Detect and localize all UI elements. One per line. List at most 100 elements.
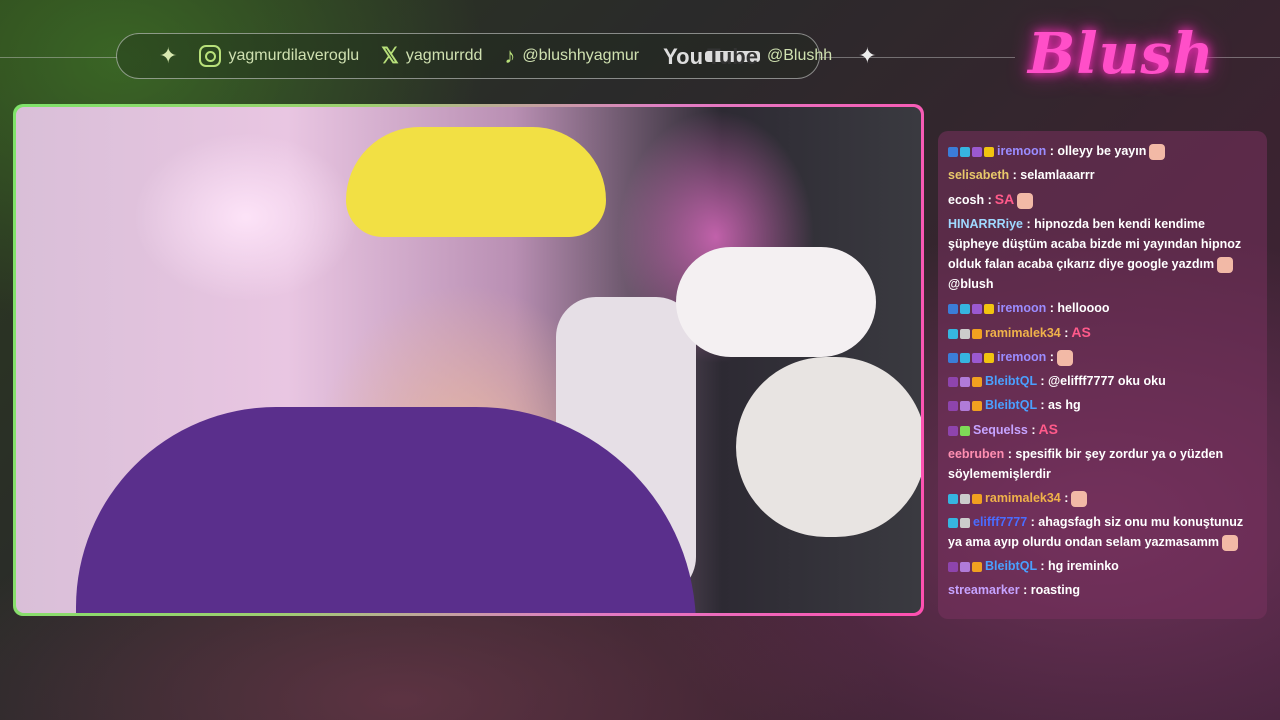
user-badges: [948, 493, 982, 504]
emote-icon: AS: [1038, 421, 1058, 437]
chat-message: ecosh : SA: [948, 189, 1259, 210]
badge-icon: [960, 493, 970, 504]
badge-icon: [960, 328, 970, 339]
user-badges: [948, 352, 994, 363]
pet-bed: [736, 357, 921, 537]
chat-text: : olleyy be yayın: [1046, 144, 1147, 158]
badge-icon: [948, 328, 958, 339]
badge-icon: [960, 517, 970, 528]
chat-username[interactable]: selisabeth: [948, 168, 1009, 182]
chat-message: BleibtQL : as hg: [948, 395, 1259, 415]
badge-icon: [972, 303, 982, 314]
badge-icon: [948, 561, 958, 572]
social-bar: ✦ yagmurdilaveroglu 𝕏 yagmurrdd ♪ @blush…: [116, 33, 877, 79]
chat-username[interactable]: streamarker: [948, 583, 1020, 597]
badge-icon: [948, 400, 958, 411]
user-badges: [948, 400, 982, 411]
chat-username[interactable]: HINARRRiye: [948, 217, 1023, 231]
chat-text: :: [1060, 326, 1069, 340]
chat-message: selisabeth : selamlaaarrr: [948, 165, 1259, 185]
instagram-handle: yagmurdilaveroglu: [228, 47, 360, 64]
chat-message: iremoon :: [948, 347, 1259, 367]
emote-icon: AS: [1071, 324, 1091, 340]
user-badges: [948, 303, 994, 314]
chat-panel[interactable]: iremoon : olleyy be yayın selisabeth : se…: [938, 131, 1267, 619]
chat-message: elifff7777 : ahagsfagh siz onu mu konuşt…: [948, 512, 1259, 552]
chat-username[interactable]: Sequelss: [973, 423, 1028, 437]
badge-icon: [972, 561, 982, 572]
user-badges: [948, 517, 970, 528]
chat-text: :: [1046, 350, 1054, 364]
chat-username[interactable]: elifff7777: [973, 515, 1027, 529]
user-badges: [948, 561, 982, 572]
emote-icon: [1217, 256, 1234, 273]
chat-text: : selamlaaarrr: [1009, 168, 1095, 182]
chat-text: :: [1027, 423, 1036, 437]
chat-message: HINARRRiye : hipnozda ben kendi kendime …: [948, 214, 1259, 294]
tiktok-icon: ♪: [504, 43, 516, 68]
chat-text: : roasting: [1019, 583, 1081, 597]
chat-message: BleibtQL : @elifff7777 oku oku: [948, 371, 1259, 391]
chat-username[interactable]: ecosh: [948, 193, 984, 207]
youtube-handle: @Blushh: [766, 47, 833, 64]
chat-mention: @blush: [948, 277, 994, 291]
chat-message: streamarker : roasting: [948, 580, 1259, 600]
emote-icon: [1017, 192, 1034, 209]
chat-text: :: [984, 193, 992, 207]
chat-username[interactable]: iremoon: [997, 144, 1046, 158]
chat-username[interactable]: BleibtQL: [985, 559, 1037, 573]
social-youtube[interactable]: You Tube @Blushh: [661, 43, 833, 69]
unicorn-plush: [676, 247, 876, 357]
chat-username[interactable]: ramimalek34: [985, 326, 1061, 340]
chat-username[interactable]: eebruben: [948, 447, 1004, 461]
user-badges: [948, 425, 970, 436]
youtube-icon-text-bottom: Tube: [705, 43, 760, 69]
chat-message: BleibtQL : hg ireminko: [948, 556, 1259, 576]
social-tiktok[interactable]: ♪ @blushhyagmur: [504, 43, 639, 69]
youtube-icon: You Tube: [661, 43, 760, 69]
chat-text: : helloooo: [1046, 301, 1110, 315]
badge-icon: [948, 146, 958, 157]
badge-icon: [960, 146, 970, 157]
brand-logo: Blush: [1028, 21, 1215, 87]
sparkle-icon: ✦: [159, 43, 178, 68]
chat-message: iremoon : olleyy be yayın: [948, 141, 1259, 161]
chat-username[interactable]: ramimalek34: [985, 491, 1061, 505]
x-handle: yagmurrdd: [405, 47, 483, 64]
emote-icon: [1056, 349, 1073, 366]
badge-icon: [984, 146, 994, 157]
badge-icon: [960, 425, 970, 436]
chat-text: :: [1060, 491, 1069, 505]
sparkle-icon: ✦: [858, 43, 877, 68]
badge-icon: [984, 303, 994, 314]
youtube-icon-text-top: You: [663, 43, 704, 69]
tiktok-handle: @blushhyagmur: [522, 47, 640, 64]
badge-icon: [972, 352, 982, 363]
badge-icon: [948, 493, 958, 504]
emote-icon: [1221, 534, 1238, 551]
chat-username[interactable]: BleibtQL: [985, 398, 1037, 412]
social-instagram[interactable]: yagmurdilaveroglu: [199, 45, 359, 67]
chat-username[interactable]: BleibtQL: [985, 374, 1037, 388]
badge-icon: [972, 376, 982, 387]
badge-icon: [948, 376, 958, 387]
chat-message: ramimalek34 : AS: [948, 322, 1259, 343]
badge-icon: [960, 561, 970, 572]
badge-icon: [948, 352, 958, 363]
emote-icon: [1149, 143, 1166, 160]
top-line-left: [0, 57, 117, 58]
chat-username[interactable]: iremoon: [997, 350, 1046, 364]
chat-message: ramimalek34 :: [948, 488, 1259, 508]
webcam-frame: [13, 104, 924, 616]
badge-icon: [972, 493, 982, 504]
emote-icon: [1071, 490, 1088, 507]
top-line-right: [820, 57, 1015, 58]
webcam-feed: [16, 107, 921, 613]
badge-icon: [960, 400, 970, 411]
emote-icon: SA: [994, 191, 1015, 207]
badge-icon: [972, 328, 982, 339]
instagram-icon: [199, 45, 222, 67]
chat-username[interactable]: iremoon: [997, 301, 1046, 315]
social-x[interactable]: 𝕏 yagmurrdd: [381, 43, 482, 69]
chat-text: : hg ireminko: [1036, 559, 1119, 573]
